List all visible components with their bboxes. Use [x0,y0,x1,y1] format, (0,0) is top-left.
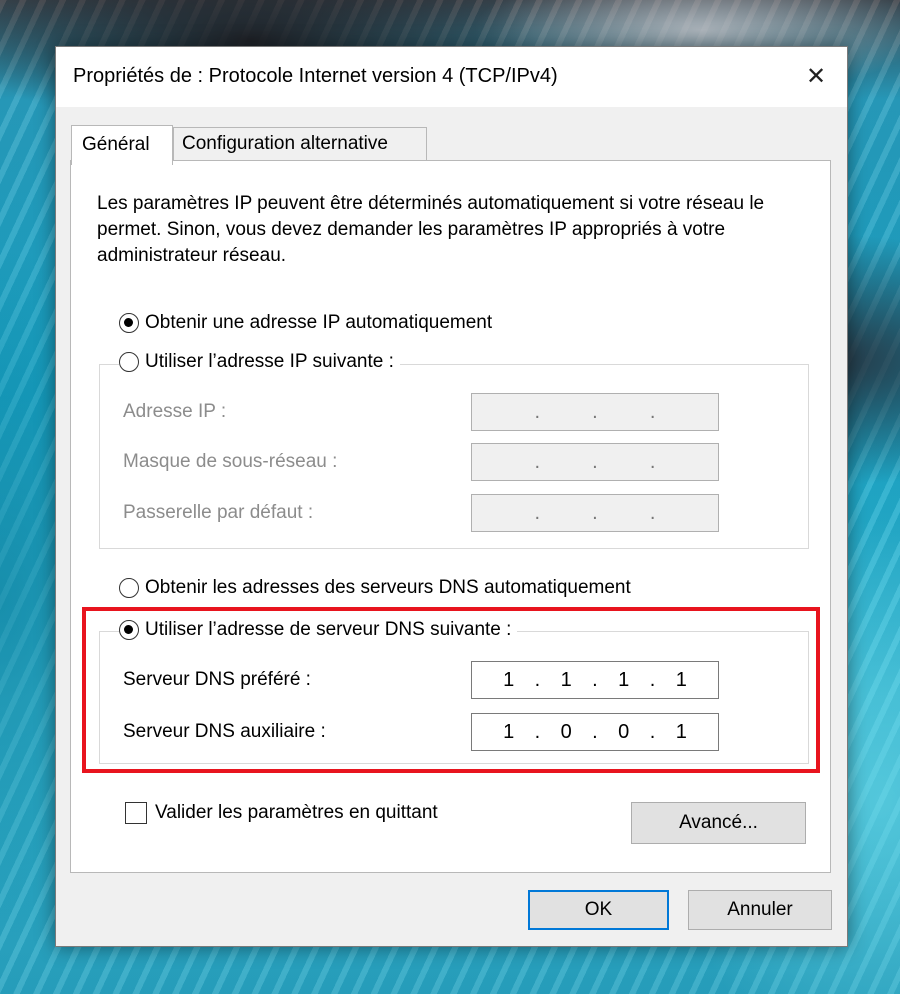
octet-separator: . [534,720,541,743]
octet-separator: . [592,400,598,423]
octet-separator: . [592,668,598,691]
tab-general[interactable]: Général [71,125,173,165]
cancel-button[interactable]: Annuler [688,890,832,930]
tcpip-properties-dialog: Propriétés de : Protocole Internet versi… [55,46,848,947]
ip-auto-label: Obtenir une adresse IP automatiquement [145,312,493,333]
ip-manual-option[interactable]: Utiliser l’adresse IP suivante : [119,351,400,373]
preferred-dns-label: Serveur DNS préféré : [123,669,311,690]
ip-manual-radio[interactable] [119,352,139,372]
dns-manual-label: Utiliser l’adresse de serveur DNS suivan… [145,619,512,640]
octet: 1 [675,720,687,743]
octet-separator: . [649,501,656,524]
octet-separator: . [649,668,656,691]
alternate-dns-field[interactable]: 1. 0. 0. 1 [471,713,719,751]
advanced-button[interactable]: Avancé... [631,802,806,844]
octet: 1 [675,668,687,691]
octet-separator: . [649,450,656,473]
ip-manual-label: Utiliser l’adresse IP suivante : [145,351,394,372]
octet: 1 [618,668,630,691]
octet-separator: . [534,450,541,473]
octet-separator: . [534,501,541,524]
validate-on-exit-option[interactable]: Valider les paramètres en quittant [125,802,438,824]
validate-on-exit-label: Valider les paramètres en quittant [155,802,438,823]
dns-auto-radio[interactable] [119,578,139,598]
dns-auto-label: Obtenir les adresses des serveurs DNS au… [145,577,631,598]
ip-auto-radio[interactable] [119,313,139,333]
octet-separator: . [649,720,656,743]
subnet-mask-field[interactable]: . . . [471,443,719,481]
octet-separator: . [649,400,656,423]
close-button[interactable]: ✕ [785,47,847,105]
ip-address-label: Adresse IP : [123,401,227,422]
dns-auto-option[interactable]: Obtenir les adresses des serveurs DNS au… [119,577,637,599]
octet-separator: . [534,400,541,423]
octet-separator: . [592,450,598,473]
octet: 0 [618,720,630,743]
general-tab-panel: Les paramètres IP peuvent être déterminé… [70,160,831,873]
validate-on-exit-checkbox[interactable] [125,802,147,824]
title-bar: Propriétés de : Protocole Internet versi… [56,47,847,107]
ip-auto-option[interactable]: Obtenir une adresse IP automatiquement [119,312,499,334]
intro-text: Les paramètres IP peuvent être déterminé… [97,193,765,266]
tab-alternate-configuration[interactable]: Configuration alternative [173,127,427,161]
octet-separator: . [592,720,598,743]
octet: 0 [560,720,572,743]
dns-manual-radio[interactable] [119,620,139,640]
preferred-dns-field[interactable]: 1. 1. 1. 1 [471,661,719,699]
close-icon: ✕ [805,62,827,90]
default-gateway-field[interactable]: . . . [471,494,719,532]
octet: 1 [503,668,515,691]
alternate-dns-label: Serveur DNS auxiliaire : [123,721,326,742]
subnet-mask-label: Masque de sous-réseau : [123,451,338,472]
ip-address-field[interactable]: . . . [471,393,719,431]
dns-manual-option[interactable]: Utiliser l’adresse de serveur DNS suivan… [119,619,518,641]
dialog-title: Propriétés de : Protocole Internet versi… [73,65,558,87]
octet: 1 [503,720,515,743]
octet-separator: . [592,501,598,524]
default-gateway-label: Passerelle par défaut : [123,502,314,523]
octet: 1 [560,668,572,691]
octet-separator: . [534,668,541,691]
ok-button[interactable]: OK [528,890,669,930]
